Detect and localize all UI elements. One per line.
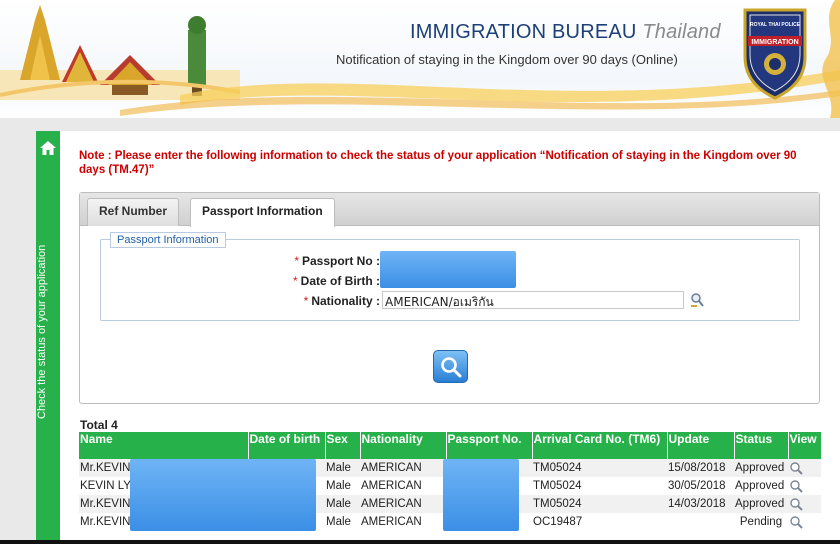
search-icon xyxy=(441,357,462,378)
badge-main-text: IMMIGRATION xyxy=(751,39,798,46)
badge-top-text: ROYAL THAI POLICE xyxy=(750,22,801,28)
cell-tm6: OC19487 xyxy=(532,513,667,531)
col-status: Status xyxy=(734,432,789,459)
col-nationality: Nationality xyxy=(360,432,447,459)
cell-view xyxy=(788,513,821,531)
cell-sex: Male xyxy=(325,459,360,477)
site-title-main: IMMIGRATION BUREAU xyxy=(410,21,637,43)
passport-redaction xyxy=(443,459,519,531)
cell-sex: Male xyxy=(325,513,360,531)
required-marker: * xyxy=(292,274,298,288)
tab-ref-number[interactable]: Ref Number xyxy=(87,198,180,226)
results-total: Total 4 xyxy=(80,418,118,432)
immigration-police-badge: ROYAL THAI POLICE IMMIGRATION xyxy=(743,8,807,100)
cell-status: Pending xyxy=(734,513,788,531)
site-tagline: Notification of staying in the Kingdom o… xyxy=(336,52,678,67)
site-title: IMMIGRATION BUREAU Thailand xyxy=(410,21,721,44)
magnifier-icon[interactable] xyxy=(789,497,805,511)
cell-view xyxy=(788,495,821,513)
magnifier-icon[interactable] xyxy=(789,461,805,475)
col-name: Name xyxy=(79,432,249,459)
col-arrival-card: Arrival Card No. (TM6) xyxy=(532,432,668,459)
cell-update xyxy=(667,513,734,531)
results-header-row: Name Date of birth Sex Nationality Passp… xyxy=(79,432,822,459)
bottom-border xyxy=(0,540,840,544)
tab-passport-information[interactable]: Passport Information xyxy=(190,198,335,227)
col-update: Update xyxy=(667,432,735,459)
header-right-ornament xyxy=(822,0,840,118)
passport-no-label-text: Passport No : xyxy=(301,254,380,268)
cell-tm6: TM05024 xyxy=(532,459,667,477)
required-marker: * xyxy=(294,254,299,268)
cell-sex: Male xyxy=(325,495,360,513)
cell-view xyxy=(788,459,821,477)
dob-redaction xyxy=(130,459,316,531)
cell-status: Approved xyxy=(734,477,788,495)
col-date-of-birth: Date of birth xyxy=(248,432,326,459)
nationality-label-text: Nationality : xyxy=(311,294,380,308)
lookup-icon[interactable] xyxy=(690,292,704,308)
cell-tm6: TM05024 xyxy=(532,495,667,513)
cell-nationality: AMERICAN xyxy=(360,495,446,513)
tab-bar: Ref Number Passport Information xyxy=(80,193,819,227)
search-button[interactable] xyxy=(433,350,468,383)
home-icon[interactable] xyxy=(39,139,57,157)
magnifier-icon[interactable] xyxy=(789,479,805,493)
cell-nationality: AMERICAN xyxy=(360,513,446,531)
cell-status: Approved xyxy=(734,495,788,513)
cell-nationality: AMERICAN xyxy=(360,477,446,495)
cell-tm6: TM05024 xyxy=(532,477,667,495)
sidebar-tab-check-status[interactable]: Check the status of your application xyxy=(36,131,60,544)
site-header: IMMIGRATION BUREAU Thailand Notification… xyxy=(0,0,840,118)
col-view: View xyxy=(788,432,822,459)
col-passport-no: Passport No. xyxy=(446,432,533,459)
fieldset-legend: Passport Information xyxy=(110,232,226,248)
cell-update: 15/08/2018 xyxy=(667,459,734,477)
cell-update: 14/03/2018 xyxy=(667,495,734,513)
date-of-birth-label: * Date of Birth : xyxy=(280,274,380,288)
search-panel: Ref Number Passport Information Passport… xyxy=(79,192,820,404)
nationality-label: * Nationality : xyxy=(280,294,380,308)
cell-sex: Male xyxy=(325,477,360,495)
cell-view xyxy=(788,477,821,495)
cell-nationality: AMERICAN xyxy=(360,459,446,477)
site-title-country: Thailand xyxy=(642,21,721,43)
col-sex: Sex xyxy=(325,432,361,459)
sidebar-label: Check the status of your application xyxy=(36,244,48,420)
required-marker: * xyxy=(303,294,309,308)
passport-no-label: * Passport No : xyxy=(280,254,380,268)
passport-no-field-redacted[interactable] xyxy=(380,251,516,288)
instruction-note: Note : Please enter the following inform… xyxy=(79,150,797,176)
date-of-birth-label-text: Date of Birth : xyxy=(300,274,380,288)
nationality-field[interactable]: AMERICAN/อเมริกัน xyxy=(382,291,684,309)
cell-status: Approved xyxy=(734,459,788,477)
magnifier-icon[interactable] xyxy=(789,515,805,529)
cell-update: 30/05/2018 xyxy=(667,477,734,495)
